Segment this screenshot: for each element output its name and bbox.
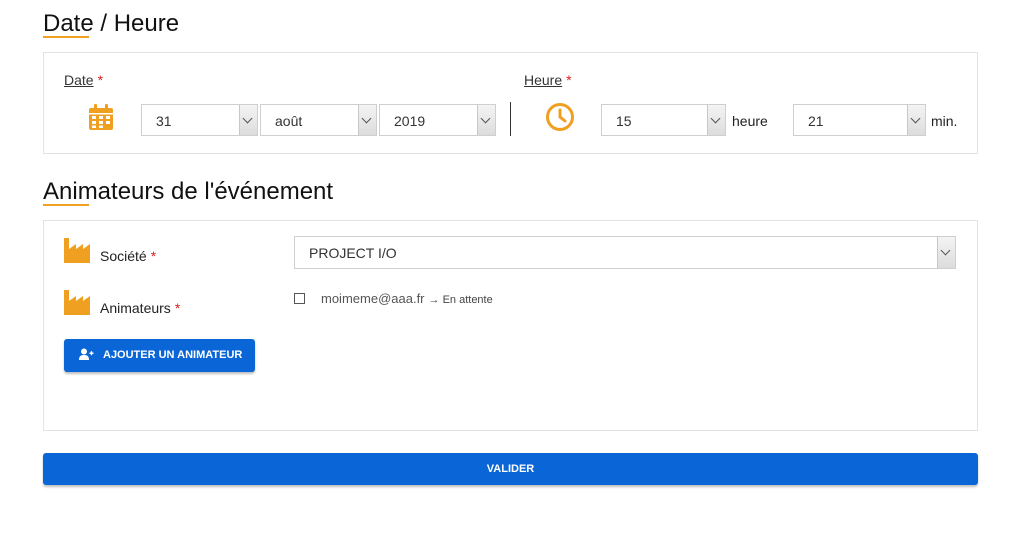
month-select[interactable]: août xyxy=(260,104,377,136)
animator-email: moimeme@aaa.fr xyxy=(321,291,425,306)
required-mark: * xyxy=(97,72,104,88)
required-mark: * xyxy=(174,300,181,316)
factory-icon xyxy=(64,290,90,315)
calendar-icon xyxy=(89,104,113,130)
minute-select[interactable]: 21 xyxy=(793,104,926,136)
date-section-title: Date / Heure xyxy=(43,10,180,37)
month-value: août xyxy=(275,113,303,129)
divider xyxy=(510,102,511,136)
submit-label: VALIDER xyxy=(486,463,535,475)
animator-status: → En attente xyxy=(428,294,493,306)
day-value: 31 xyxy=(156,113,172,129)
minute-value: 21 xyxy=(808,113,824,129)
hour-select[interactable]: 15 xyxy=(601,104,726,136)
date-label: Date * xyxy=(64,72,103,88)
chevron-down-icon xyxy=(937,237,955,268)
company-label-text: Société xyxy=(100,248,147,264)
hour-value: 15 xyxy=(616,113,632,129)
animators-label: Animateurs * xyxy=(100,300,180,316)
minute-unit: min. xyxy=(931,113,958,129)
chevron-down-icon xyxy=(707,105,725,135)
animator-checkbox[interactable] xyxy=(294,293,305,304)
day-select[interactable]: 31 xyxy=(141,104,258,136)
required-mark: * xyxy=(566,72,572,88)
chevron-down-icon xyxy=(239,105,257,135)
clock-icon xyxy=(546,103,574,131)
animator-item: moimeme@aaa.fr → En attente xyxy=(321,291,493,306)
required-mark: * xyxy=(150,248,157,264)
add-user-icon xyxy=(79,348,94,360)
chevron-down-icon xyxy=(358,105,376,135)
title-underline xyxy=(43,36,89,38)
time-label-text: Heure xyxy=(524,72,563,88)
date-label-text: Date xyxy=(64,72,94,88)
add-animator-label: AJOUTER UN ANIMATEUR xyxy=(103,349,243,361)
year-select[interactable]: 2019 xyxy=(379,104,496,136)
add-animator-button[interactable]: AJOUTER UN ANIMATEUR xyxy=(64,339,255,372)
hour-unit: heure xyxy=(732,113,768,129)
chevron-down-icon xyxy=(477,105,495,135)
company-select[interactable]: PROJECT I/O xyxy=(294,236,956,269)
title-underline xyxy=(43,204,89,206)
factory-icon xyxy=(64,238,90,263)
company-value: PROJECT I/O xyxy=(309,245,397,261)
time-label: Heure * xyxy=(524,72,572,88)
animators-label-text: Animateurs xyxy=(100,300,171,316)
company-label: Société * xyxy=(100,248,156,264)
year-value: 2019 xyxy=(394,113,426,129)
submit-button[interactable]: VALIDER xyxy=(43,453,978,485)
animators-section-title: Animateurs de l'événement xyxy=(43,178,334,205)
chevron-down-icon xyxy=(907,105,925,135)
